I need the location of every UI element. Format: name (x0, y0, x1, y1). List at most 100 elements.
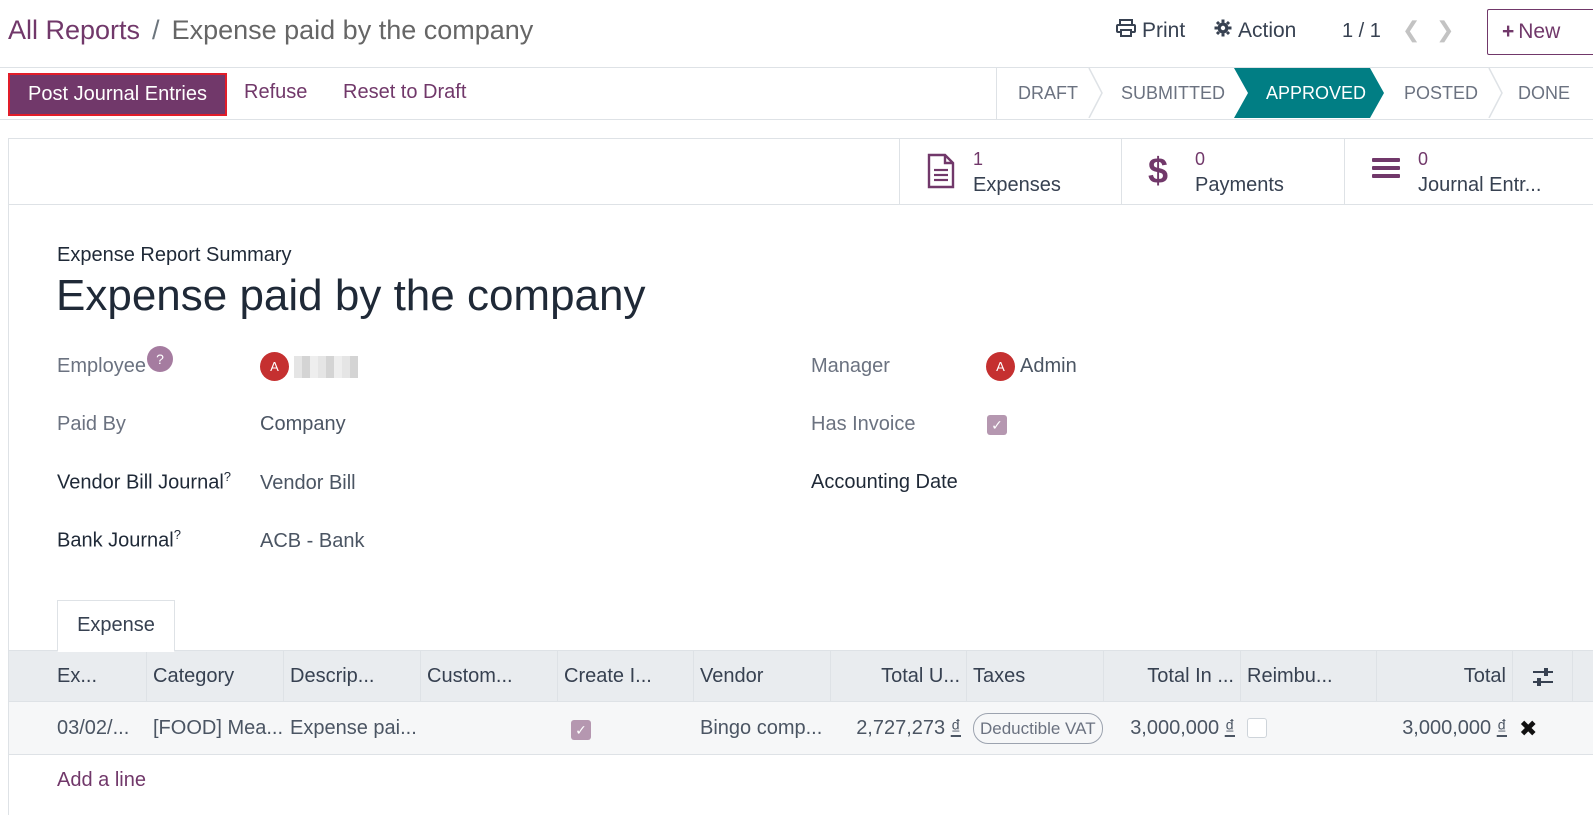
column-header-reimbursed[interactable]: Reimbu... (1241, 651, 1377, 702)
column-header-customer[interactable]: Custom... (421, 651, 558, 702)
help-icon[interactable]: ? (147, 346, 173, 372)
new-label: New (1518, 20, 1561, 43)
stage-divider (996, 68, 997, 120)
breadcrumb-all-reports[interactable]: All Reports (8, 15, 140, 46)
employee-name-redacted (294, 355, 358, 378)
list-icon (1371, 153, 1405, 189)
breadcrumb: All Reports / Expense paid by the compan… (8, 15, 533, 46)
cell-reimbursed[interactable] (1241, 702, 1377, 755)
column-header-total-incl[interactable]: Total In ... (1104, 651, 1241, 702)
paid-by-field[interactable]: Company (260, 413, 346, 436)
page-title[interactable]: Expense paid by the company (56, 271, 646, 321)
cell-taxes[interactable]: Deductible VAT (967, 702, 1104, 755)
optional-columns-toggle[interactable] (1513, 651, 1573, 702)
chevron-left-icon[interactable]: ❮ (1402, 17, 1420, 43)
cell-total-incl[interactable]: 3,000,000 ₫ (1104, 702, 1241, 755)
stage-divider (1488, 68, 1503, 118)
has-invoice-checkbox[interactable]: ✓ (987, 415, 1007, 435)
control-panel: All Reports / Expense paid by the compan… (0, 0, 1593, 68)
payments-smart-button[interactable]: $ 0 Payments (1121, 139, 1344, 204)
help-mark[interactable]: ? (224, 469, 231, 484)
bank-journal-field[interactable]: ACB - Bank (260, 530, 364, 553)
action-button[interactable]: Action (1214, 19, 1296, 43)
total-untaxed-value: 2,727,273 (856, 717, 946, 739)
accounting-date-label: Accounting Date (811, 471, 958, 493)
total-incl-value: 3,000,000 (1130, 717, 1220, 739)
reset-to-draft-button[interactable]: Reset to Draft (343, 81, 466, 104)
cell-total[interactable]: 3,000,000 ₫ (1377, 702, 1513, 755)
column-header-taxes[interactable]: Taxes (967, 651, 1104, 702)
column-header-create-invoice[interactable]: Create I... (558, 651, 694, 702)
printer-icon (1116, 19, 1136, 43)
column-header-total-untaxed[interactable]: Total U... (831, 651, 967, 702)
avatar: A (986, 352, 1015, 381)
manager-name: Admin (1020, 355, 1077, 377)
checkmark-icon: ✓ (571, 720, 591, 740)
breadcrumb-separator: / (152, 15, 160, 45)
currency-symbol: ₫ (950, 717, 961, 739)
column-header-category[interactable]: Category (147, 651, 284, 702)
paid-by-label: Paid By (57, 413, 126, 435)
column-header-description[interactable]: Descrip... (284, 651, 421, 702)
journal-entries-smart-button[interactable]: 0 Journal Entr... (1344, 139, 1567, 204)
checkmark-icon: ✓ (987, 415, 1007, 435)
total-value: 3,000,000 (1402, 717, 1492, 739)
stage-draft[interactable]: DRAFT (1018, 68, 1078, 118)
cell-category[interactable]: [FOOD] Mea... (147, 702, 284, 755)
vendor-bill-journal-field[interactable]: Vendor Bill (260, 472, 356, 495)
print-button[interactable]: Print (1116, 19, 1185, 43)
gear-icon (1214, 19, 1232, 43)
vendor-bill-journal-label: Vendor Bill Journal? (57, 469, 231, 495)
delete-row-button[interactable]: ✖ (1513, 702, 1543, 755)
cell-create-invoice[interactable]: ✓ (558, 702, 694, 755)
add-a-line-link[interactable]: Add a line (57, 769, 146, 792)
bank-journal-label: Bank Journal? (57, 527, 181, 553)
column-header-date[interactable]: Ex... (9, 651, 147, 702)
employee-label: Employee (57, 355, 146, 377)
vendor-bill-journal-text: Vendor Bill Journal (57, 471, 224, 494)
tax-tag[interactable]: Deductible VAT (973, 713, 1103, 744)
column-header-vendor[interactable]: Vendor (694, 651, 831, 702)
stage-done[interactable]: DONE (1518, 68, 1570, 118)
help-mark[interactable]: ? (174, 527, 181, 542)
chevron-right-icon[interactable]: ❯ (1436, 17, 1454, 43)
expenses-label: Expenses (973, 174, 1061, 196)
cell-description[interactable]: Expense pai... (284, 702, 421, 755)
smart-button-box: 1 Expenses $ 0 Payments 0 Journal Entr..… (9, 139, 1593, 205)
refuse-button[interactable]: Refuse (244, 81, 307, 104)
journal-entries-count: 0 (1418, 149, 1429, 169)
post-journal-entries-button[interactable]: Post Journal Entries (8, 73, 227, 116)
dollar-icon: $ (1148, 150, 1169, 191)
action-label: Action (1238, 19, 1297, 42)
close-icon: ✖ (1519, 716, 1538, 741)
print-label: Print (1142, 19, 1186, 42)
plus-icon: + (1502, 20, 1515, 43)
stage-submitted[interactable]: SUBMITTED (1121, 68, 1225, 118)
cell-customer[interactable] (421, 702, 558, 755)
journal-entries-label: Journal Entr... (1418, 174, 1542, 196)
new-button[interactable]: + New (1487, 9, 1593, 55)
status-bar: Post Journal Entries Refuse Reset to Dra… (0, 68, 1593, 120)
unchecked-box-icon (1247, 718, 1267, 738)
avatar: A (260, 352, 289, 381)
expenses-smart-button[interactable]: 1 Expenses (899, 139, 1122, 204)
payments-count: 0 (1195, 149, 1206, 169)
table-header: Ex... Category Descrip... Custom... Crea… (9, 651, 1593, 702)
column-header-total[interactable]: Total (1377, 651, 1513, 702)
document-icon (926, 153, 960, 189)
table-row[interactable]: 03/02/... [FOOD] Mea... Expense pai... ✓… (9, 702, 1593, 755)
sliders-icon (1532, 665, 1554, 687)
currency-symbol: ₫ (1224, 717, 1235, 739)
pager-value[interactable]: 1 / 1 (1342, 20, 1381, 43)
has-invoice-label: Has Invoice (811, 413, 916, 435)
stage-posted[interactable]: POSTED (1404, 68, 1478, 118)
stage-divider (1088, 68, 1103, 118)
tab-expense[interactable]: Expense (57, 600, 175, 652)
cell-date[interactable]: 03/02/... (9, 702, 147, 755)
bank-journal-text: Bank Journal (57, 529, 174, 552)
cell-total-untaxed[interactable]: 2,727,273 ₫ (831, 702, 967, 755)
stage-approved[interactable]: APPROVED (1234, 68, 1384, 118)
employee-field[interactable]: A (260, 352, 358, 381)
cell-vendor[interactable]: Bingo comp... (694, 702, 831, 755)
manager-field[interactable]: A Admin (986, 352, 1077, 381)
